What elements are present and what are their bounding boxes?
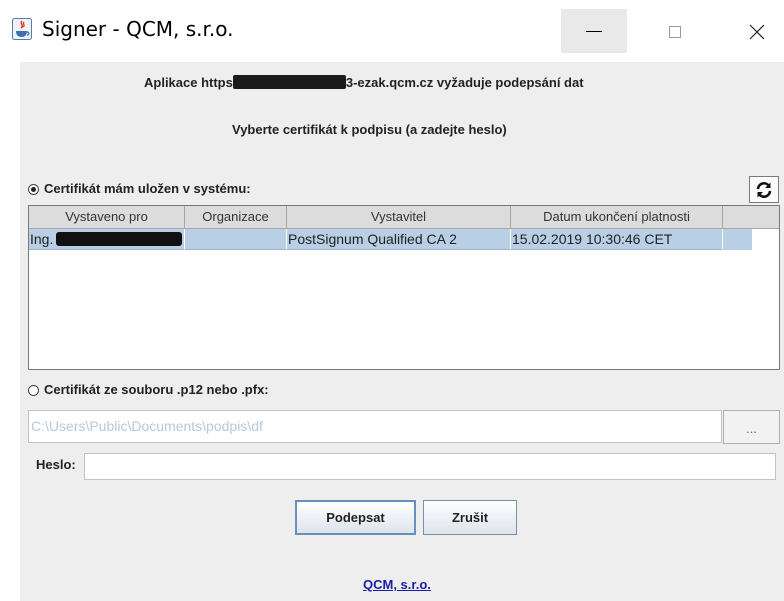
password-input[interactable] [84,453,776,480]
redacted-url-part [232,75,346,89]
refresh-icon [756,182,772,198]
column-header-organization[interactable]: Organizace [185,206,287,229]
cancel-button[interactable]: Zrušit [423,500,517,535]
file-cert-radio[interactable] [28,385,39,396]
refresh-button[interactable] [749,176,779,203]
maximize-icon [669,26,681,38]
sign-button[interactable]: Podepsat [295,500,416,535]
column-header-filler [723,206,779,229]
close-icon [749,24,765,40]
browse-button[interactable]: ... [723,410,780,444]
java-app-icon [12,18,32,40]
cell-organization[interactable] [185,229,287,250]
file-cert-label[interactable]: Certifikát ze souboru .p12 nebo .pfx: [44,382,269,397]
system-cert-radio[interactable] [28,184,39,195]
minimize-icon [586,31,602,32]
file-path-input[interactable]: C:\Users\Public\Documents\podpis\df [28,410,722,443]
close-button[interactable] [732,12,782,52]
cell-valid-until[interactable]: 15.02.2019 10:30:46 CET [511,229,723,250]
system-cert-label[interactable]: Certifikát mám uložen v systému: [44,181,251,196]
column-header-issuer[interactable]: Vystavitel [287,206,511,229]
cell-issuer[interactable]: PostSignum Qualified CA 2 [287,229,511,250]
info-prefix: Aplikace https [144,75,233,90]
info-suffix: 3-ezak.qcm.cz vyžaduje podepsání dat [345,75,584,90]
password-label: Heslo: [36,457,76,472]
window-title-bar[interactable]: Signer - QCM, s.r.o. [0,0,784,62]
redacted-name [56,232,183,246]
column-header-issued-to[interactable]: Vystaveno pro [29,206,185,229]
app-request-info: Aplikace https 3-ezak.qcm.cz vyžaduje pod… [144,75,584,90]
column-header-valid-until[interactable]: Datum ukončení platnosti [511,206,723,229]
window-title: Signer - QCM, s.r.o. [42,17,234,41]
company-link[interactable]: QCM, s.r.o. [363,577,431,592]
maximize-button[interactable] [650,12,700,52]
minimize-button[interactable] [561,9,627,53]
cell-issued-to[interactable]: Ing. [29,229,185,250]
instruction-text: Vyberte certifikát k podpisu (a zadejte … [232,122,507,137]
certificate-table[interactable]: Vystaveno pro Organizace Vystavitel Datu… [28,205,780,370]
